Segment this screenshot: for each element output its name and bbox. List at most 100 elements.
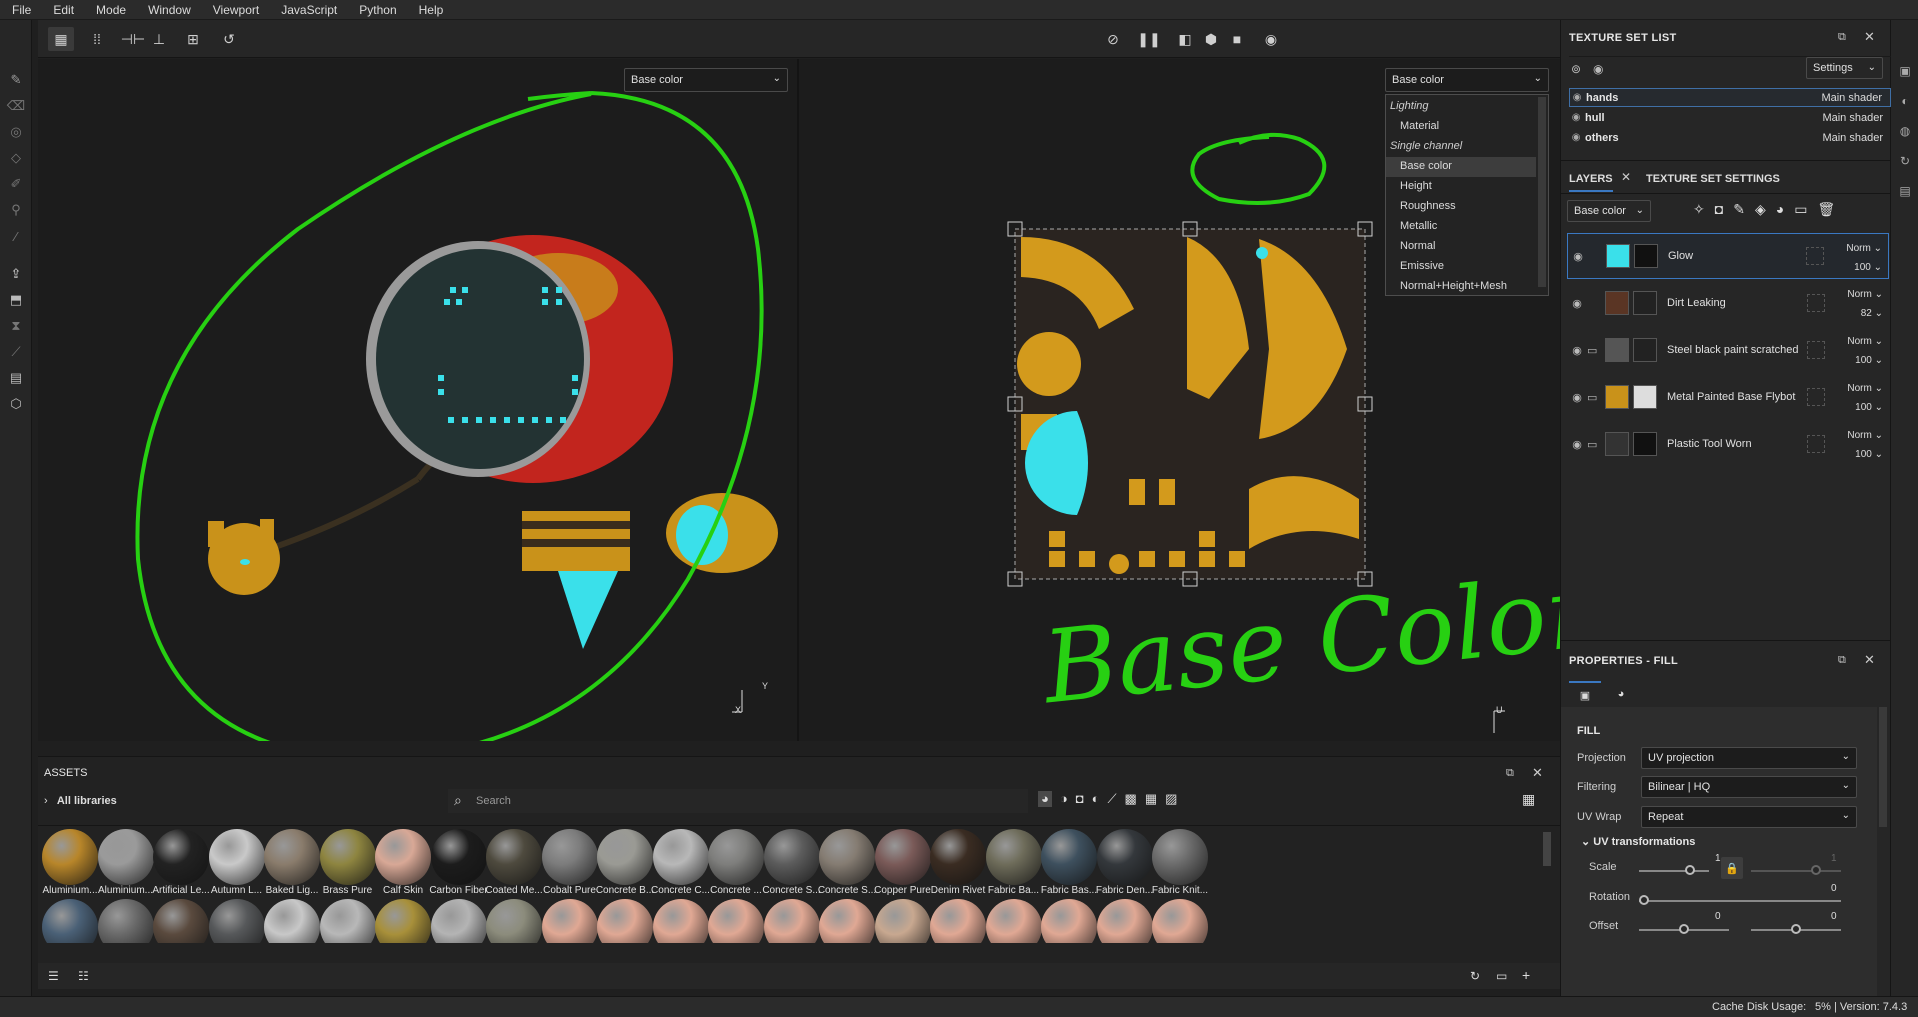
eye-icon[interactable]: ◉ <box>1569 112 1585 123</box>
mask-icon[interactable]: ◘ <box>1715 201 1723 218</box>
history-icon[interactable]: ↻ <box>1896 152 1914 170</box>
materials-filter-icon[interactable]: ◕ <box>1038 791 1052 807</box>
export-icon[interactable]: ⇪ <box>6 264 26 284</box>
menu-item-file[interactable]: File <box>12 3 31 17</box>
eye-icon[interactable]: ◉ <box>1570 92 1586 103</box>
material-thumbnail[interactable]: Fabric Ba... <box>984 829 1044 899</box>
material-thumbnail[interactable]: Aluminium... <box>40 829 100 899</box>
clone-stamp-icon[interactable]: ⚲ <box>6 200 26 220</box>
layer-opacity[interactable]: 82 <box>1861 308 1872 319</box>
add-effect-icon[interactable]: ✧ <box>1693 201 1705 218</box>
material-thumbnail[interactable]: Brass Pure <box>318 829 378 899</box>
material-thumbnail[interactable] <box>151 899 211 943</box>
material-thumbnail[interactable] <box>595 899 655 943</box>
undock-icon[interactable]: ⧉ <box>1838 31 1846 44</box>
menu-item-window[interactable]: Window <box>148 3 191 17</box>
folder-icon[interactable]: ▭ <box>1496 969 1507 983</box>
menu-item-help[interactable]: Help <box>419 3 444 17</box>
brushes-filter-icon[interactable]: ⟋ <box>1107 791 1116 807</box>
paint-brush-icon[interactable]: ✎ <box>6 70 26 90</box>
eye-icon[interactable]: ◉ <box>1567 297 1587 310</box>
left-channel-select[interactable]: Base color ⌄ <box>624 68 788 92</box>
layer-mask-slot[interactable] <box>1807 294 1825 312</box>
history-icon[interactable]: ↺ <box>216 27 242 51</box>
filter-list-icon[interactable]: ☰ <box>48 969 59 983</box>
layer-opacity[interactable]: 100 <box>1854 262 1871 273</box>
texture-set-row[interactable]: ◉ hull Main shader <box>1569 108 1891 127</box>
filters-filter-icon[interactable]: ◐ <box>1092 791 1100 807</box>
scale-slider[interactable] <box>1639 870 1709 872</box>
add-frame-icon[interactable]: ⊞ <box>180 27 206 51</box>
material-thumbnail[interactable]: Concrete ... <box>706 829 766 899</box>
offset-y-slider-handle[interactable] <box>1791 924 1801 934</box>
material-thumbnail[interactable] <box>873 899 933 943</box>
eraser-icon[interactable]: ⌫ <box>6 96 26 116</box>
textures-filter-icon[interactable]: ▦ <box>1145 791 1157 807</box>
menu-item-javascript[interactable]: JavaScript <box>281 3 337 17</box>
close-icon[interactable]: ✕ <box>1864 652 1875 668</box>
particles-filter-icon[interactable]: ▩ <box>1125 791 1137 807</box>
layer-mask-slot[interactable] <box>1806 247 1824 265</box>
eye-filter-icon[interactable]: ⊚ <box>1571 62 1581 76</box>
blend-mode[interactable]: Norm <box>1847 336 1871 347</box>
material-thumbnail[interactable]: Concrete C... <box>651 829 711 899</box>
fill-layer-icon[interactable]: ◈ <box>1755 201 1766 218</box>
library-tree[interactable]: › All libraries <box>44 795 117 807</box>
material-thumbnail[interactable] <box>540 899 600 943</box>
smart-material-icon[interactable]: ◕ <box>1776 201 1784 218</box>
material-icon[interactable]: ◕ <box>1605 681 1637 707</box>
eye-icon[interactable]: ◉ <box>1569 132 1585 143</box>
layer-row[interactable]: ◉ ▭ Steel black paint scratched Norm ⌄ 100 ⌄ <box>1567 327 1889 373</box>
eye-icon[interactable]: ◉ <box>1567 438 1587 451</box>
material-thumbnail[interactable] <box>817 899 877 943</box>
texture-set-row[interactable]: ◉ others Main shader <box>1569 128 1891 147</box>
blend-controls[interactable]: Norm ⌄ 100 ⌄ <box>1847 379 1883 417</box>
properties-scrollbar[interactable] <box>1879 707 1887 827</box>
blend-controls[interactable]: Norm ⌄ 82 ⌄ <box>1847 285 1883 323</box>
layer-mask-slot[interactable] <box>1807 388 1825 406</box>
search-input[interactable]: ⌕ Search <box>448 789 1028 813</box>
material-thumbnail[interactable]: Concrete S... <box>762 829 822 899</box>
cube-icon[interactable]: ⬡ <box>6 394 26 414</box>
close-icon[interactable]: ✕ <box>1532 765 1543 781</box>
blend-mode[interactable]: Norm <box>1847 289 1871 300</box>
environment-filter-icon[interactable]: ▨ <box>1165 791 1177 807</box>
channel-option[interactable]: Base color <box>1386 157 1536 177</box>
hourglass-icon[interactable]: ⧗ <box>6 316 26 336</box>
camera-icon[interactable]: ◉ <box>1258 27 1284 51</box>
pause-icon[interactable]: ❚❚ <box>1136 27 1162 51</box>
offset-x-slider-handle[interactable] <box>1679 924 1689 934</box>
menu-item-mode[interactable]: Mode <box>96 3 126 17</box>
material-thumbnail[interactable] <box>1150 899 1210 943</box>
channel-option[interactable]: Normal <box>1386 237 1536 257</box>
material-thumbnail[interactable]: Concrete S... <box>817 829 877 899</box>
dropdown-scrollbar[interactable] <box>1538 97 1546 287</box>
undock-icon[interactable]: ⧉ <box>1506 767 1514 780</box>
display-settings-icon[interactable]: ◍ <box>1896 122 1914 140</box>
blend-mode[interactable]: Norm <box>1847 383 1871 394</box>
right-channel-select[interactable]: Base color ⌄ <box>1385 68 1549 92</box>
material-thumbnail[interactable]: Coated Me... <box>484 829 544 899</box>
bake-icon[interactable]: ⬒ <box>6 290 26 310</box>
menu-item-python[interactable]: Python <box>359 3 396 17</box>
scale-slider-2[interactable] <box>1751 870 1841 872</box>
menu-item-edit[interactable]: Edit <box>53 3 74 17</box>
channel-option[interactable]: Material <box>1386 117 1536 137</box>
cube-view-icon[interactable]: ⬢ <box>1198 27 1224 51</box>
layer-row[interactable]: ◉ Dirt Leaking Norm ⌄ 82 ⌄ <box>1567 280 1889 326</box>
material-thumbnail[interactable]: Concrete B... <box>595 829 655 899</box>
trash-icon[interactable]: 🗑 <box>1817 201 1835 218</box>
layer-opacity[interactable]: 100 <box>1855 355 1872 366</box>
camera-video-icon[interactable]: ■ <box>1224 27 1250 51</box>
blend-controls[interactable]: Norm ⌄ 100 ⌄ <box>1847 426 1883 464</box>
blend-controls[interactable]: Norm ⌄ 100 ⌄ <box>1846 239 1882 277</box>
material-thumbnail[interactable]: Carbon Fiber <box>429 829 489 899</box>
lock-icon[interactable]: 🔒 <box>1721 857 1743 879</box>
material-thumbnail[interactable] <box>96 899 156 943</box>
material-thumbnail[interactable]: Baked Lig... <box>262 829 322 899</box>
eye-icon[interactable]: ◉ <box>1593 62 1603 76</box>
layer-mask-slot[interactable] <box>1807 341 1825 359</box>
material-thumbnail[interactable] <box>1095 899 1155 943</box>
channel-option[interactable]: Metallic <box>1386 217 1536 237</box>
folder-icon[interactable]: ▭ <box>1794 201 1807 218</box>
